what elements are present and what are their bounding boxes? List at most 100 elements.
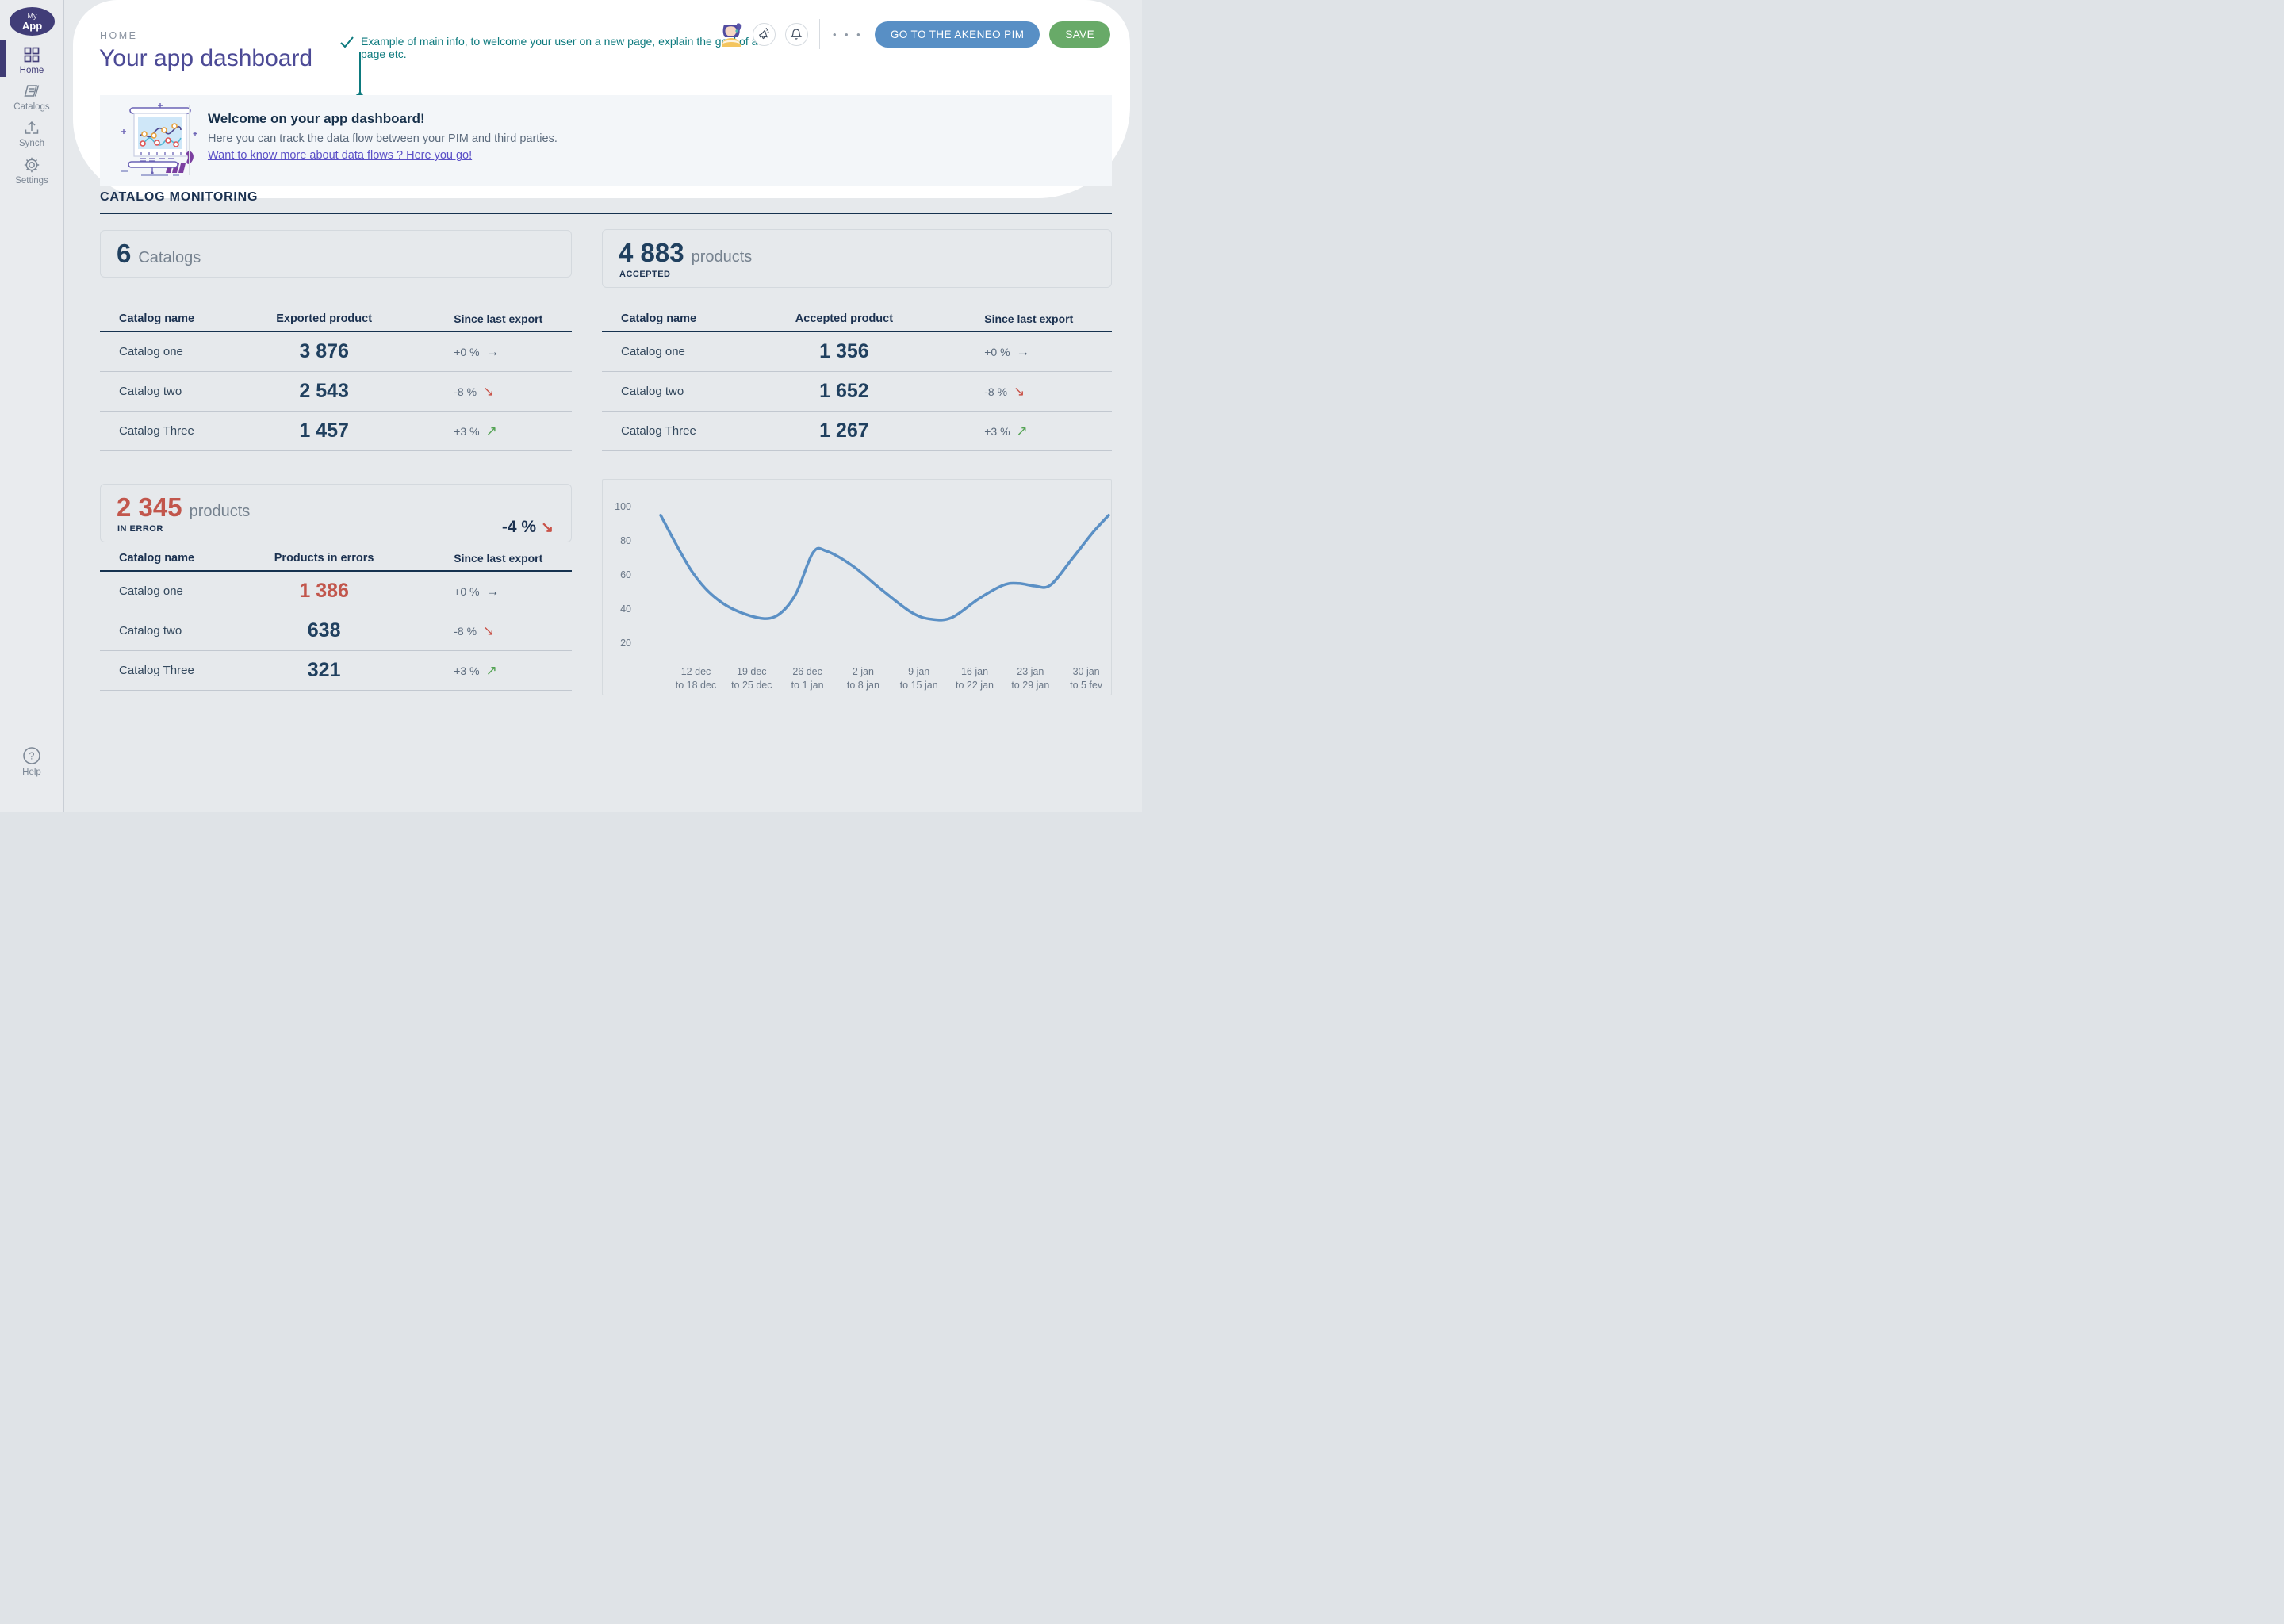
accepted-count: 4 883 (619, 238, 684, 268)
catalog-name-cell: Catalog one (602, 345, 704, 358)
error-products-table: Catalog nameProducts in errorsSince last… (100, 546, 572, 691)
table-header-row: Catalog nameAccepted productSince last e… (602, 306, 1112, 332)
exported-products-table: Catalog nameExported productSince last e… (100, 306, 572, 451)
value-cell: 1 652 (704, 380, 985, 403)
error-count: 2 345 (117, 492, 182, 523)
trend-cell: +3 %↗ (454, 663, 572, 679)
trend-cell: +0 % → (454, 584, 572, 599)
column-header: Catalog name (100, 312, 194, 325)
logo-line1: My (10, 13, 55, 20)
svg-text:?: ? (29, 751, 35, 762)
sidebar-item-home[interactable]: Home (0, 46, 63, 75)
notifications-button[interactable] (785, 23, 808, 46)
announcements-button[interactable] (753, 23, 776, 46)
check-icon (339, 36, 354, 49)
trend-up-icon: ↗ (486, 663, 497, 679)
value-cell: 1 457 (194, 419, 454, 442)
app-dashboard-page: My App Home Catalogs (0, 0, 1142, 812)
y-axis-tick: 40 (620, 603, 631, 615)
synch-upload-icon (23, 119, 40, 136)
trend-value: +0 % (984, 346, 1010, 358)
column-header: Since last export (454, 552, 572, 565)
value-cell: 638 (194, 619, 454, 642)
accepted-count-label: products (692, 248, 753, 266)
value-cell: 1 356 (704, 340, 985, 363)
trend-down-icon: ↘ (483, 623, 494, 639)
table-row: Catalog Three1 267+3 % ↗ (602, 412, 1112, 451)
trend-cell: +3 % ↗ (984, 423, 1112, 439)
sidebar-item-settings[interactable]: Settings (0, 156, 63, 186)
sidebar-item-label: Synch (19, 139, 44, 148)
error-count-label: products (190, 503, 251, 521)
section-rule (100, 213, 1112, 214)
column-header: Since last export (454, 312, 572, 325)
trend-up-icon: ↗ (486, 423, 497, 439)
banner-divider (189, 105, 190, 175)
y-axis-tick: 60 (620, 569, 631, 580)
trend-up-icon: ↗ (1017, 423, 1028, 439)
catalog-name-cell: Catalog Three (602, 424, 704, 438)
trend-cell: -8 %↘ (984, 384, 1112, 400)
x-axis-tick: 2 janto 8 jan (847, 666, 879, 691)
trend-cell: -8 %↘ (454, 623, 572, 639)
trend-value: +3 % (984, 425, 1010, 438)
go-to-pim-button[interactable]: GO TO THE AKENEO PIM (875, 21, 1040, 48)
annotation-note: Example of main info, to welcome your us… (339, 35, 784, 60)
banner-title: Welcome on your app dashboard! (208, 111, 425, 127)
table-row: Catalog Three1 457+3 %↗ (100, 412, 572, 451)
trend-value: +0 % (454, 585, 479, 598)
trend-flat-icon: → (486, 344, 500, 360)
value-cell: 3 876 (194, 340, 454, 363)
header-divider (819, 19, 820, 49)
help-icon: ? (22, 746, 41, 765)
table-row: Catalog one1 386+0 %→ (100, 572, 572, 611)
value-cell: 1 267 (704, 419, 985, 442)
x-axis-tick: 23 janto 29 jan (1011, 666, 1049, 691)
banner-body: Here you can track the data flow between… (208, 132, 558, 145)
y-axis-tick: 80 (620, 535, 631, 546)
catalogs-count-label: Catalogs (138, 249, 201, 267)
breadcrumb: HOME (100, 30, 138, 41)
trend-cell: +3 % ↗ (454, 423, 572, 439)
value-cell: 321 (194, 659, 454, 682)
catalog-name-cell: Catalog Three (100, 664, 194, 677)
column-header: Since last export (984, 312, 1112, 325)
catalog-name-cell: Catalog one (100, 345, 194, 358)
column-header: Accepted product (704, 312, 985, 325)
table-row: Catalog one3 876+0 %→ (100, 332, 572, 372)
gear-icon (23, 156, 40, 174)
error-trend: -4 % ↘ (502, 518, 554, 537)
chart-line-series (661, 515, 1109, 620)
trend-cell: +0 %→ (984, 344, 1112, 360)
x-axis-tick: 9 janto 15 jan (900, 666, 938, 691)
welcome-banner: Welcome on your app dashboard! Here you … (100, 95, 1112, 186)
sidebar-item-catalogs[interactable]: Catalogs (0, 82, 63, 112)
table-row: Catalog Three321+3 %↗ (100, 651, 572, 691)
user-avatar[interactable] (719, 21, 743, 47)
header-actions: ● ● ● GO TO THE AKENEO PIM SAVE (719, 21, 1110, 48)
x-axis-tick: 12 decto 18 dec (676, 666, 716, 691)
sidebar-item-help[interactable]: ? Help (0, 746, 63, 777)
table-row: Catalog two638-8 %↘ (100, 611, 572, 651)
value-cell: 1 386 (194, 580, 454, 603)
catalog-name-cell: Catalog two (100, 385, 194, 398)
annotation-pointer-line (359, 52, 361, 95)
sidebar-item-synch[interactable]: Synch (0, 119, 63, 148)
error-trend-value: -4 % (502, 518, 536, 537)
sidebar-item-label: Settings (15, 176, 48, 186)
save-button[interactable]: SAVE (1049, 21, 1110, 48)
catalog-name-cell: Catalog two (602, 385, 704, 398)
sidebar-item-label: Home (20, 66, 44, 75)
more-options-button[interactable]: ● ● ● (831, 31, 865, 38)
column-header: Catalog name (100, 552, 194, 565)
table-row: Catalog two1 652-8 %↘ (602, 372, 1112, 412)
app-logo[interactable]: My App (10, 7, 55, 36)
trend-flat-icon: → (486, 584, 500, 599)
megaphone-icon (757, 28, 770, 40)
trend-value: +3 % (454, 425, 479, 438)
trend-cell: +0 %→ (454, 344, 572, 360)
x-axis-tick: 26 decto 1 jan (791, 666, 824, 691)
column-header: Exported product (194, 312, 454, 325)
home-grid-icon (23, 46, 40, 63)
data-flows-link[interactable]: Want to know more about data flows ? Her… (208, 149, 472, 162)
